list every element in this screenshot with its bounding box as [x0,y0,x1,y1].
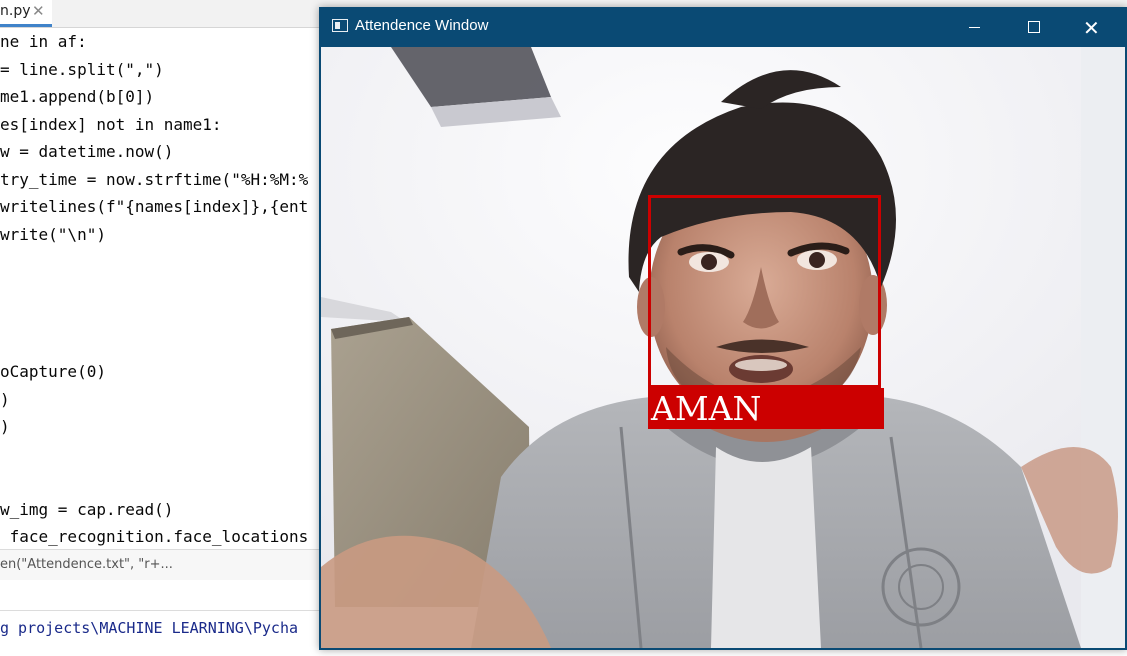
code-line: write("\n") [0,225,106,244]
window-titlebar[interactable]: Attendence Window ✕ [319,7,1127,47]
code-line: oCapture(0) [0,362,106,381]
minimize-button[interactable] [947,7,1003,47]
face-label-band: AMAN [648,388,884,429]
code-line: me1.append(b[0]) [0,87,155,106]
recognized-name: AMAN [651,389,762,428]
code-line: writelines(f"{names[index]},{ent [0,197,309,216]
face-detection-box [648,195,881,388]
editor-tab[interactable]: n.py ✕ [0,0,52,27]
code-line: ) [0,390,10,409]
breadcrumb-text[interactable]: en("Attendence.txt", "r+... [0,557,173,572]
attendence-window[interactable]: Attendence Window ✕ AMAN [319,7,1127,650]
window-app-icon [332,19,348,32]
code-line: ) [0,417,10,436]
minimize-icon [969,27,980,28]
maximize-icon [1028,21,1040,33]
code-line: w_img = cap.read() [0,500,174,519]
close-icon: ✕ [1083,16,1100,40]
maximize-button[interactable] [1005,7,1061,47]
console-path-text: g projects\MACHINE LEARNING\Pycha [0,619,299,637]
code-line: face_recognition.face_locations [0,527,309,546]
code-line: ne in af: [0,32,87,51]
close-button[interactable]: ✕ [1063,7,1119,47]
window-title: Attendence Window [355,17,489,34]
code-line: w = datetime.now() [0,142,174,161]
webcam-feed: AMAN [321,47,1125,648]
code-line: es[index] not in name1: [0,115,222,134]
editor-tab-label: n.py [0,3,31,19]
code-line: = line.split(",") [0,60,164,79]
code-line: try_time = now.strftime("%H:%M:% [0,170,309,189]
close-icon[interactable]: ✕ [32,2,45,20]
